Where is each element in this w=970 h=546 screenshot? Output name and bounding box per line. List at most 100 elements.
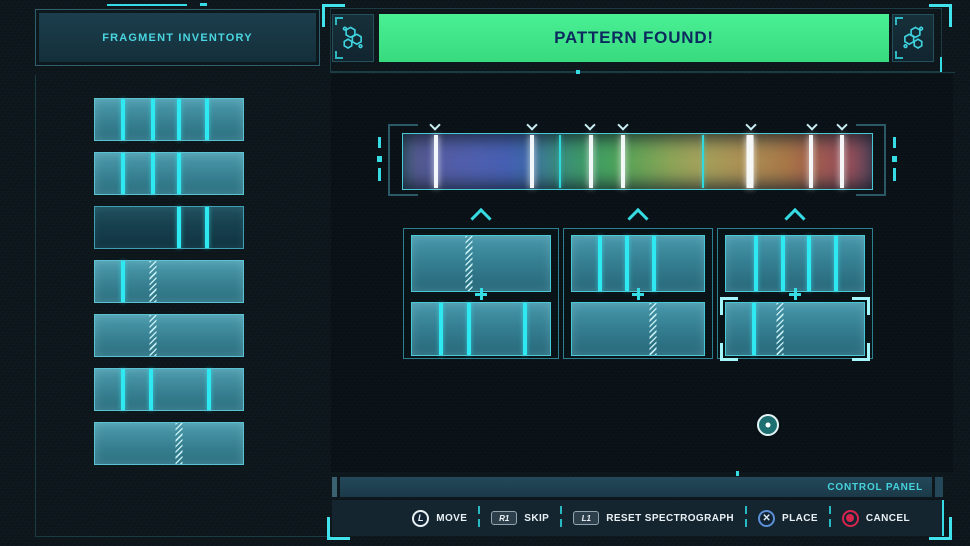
separator-dot <box>576 70 580 74</box>
l1-button-icon: L1 <box>573 511 600 525</box>
spectro-marker <box>809 135 814 188</box>
puzzle-piece-bottom[interactable] <box>571 302 705 356</box>
spectro-dash-left <box>377 156 382 162</box>
fragment-solid-line <box>177 153 182 194</box>
spectro-marker <box>839 135 844 188</box>
fragment-solid-line <box>149 369 154 410</box>
puzzle-piece-bottom[interactable] <box>720 297 870 361</box>
selection-brackets <box>720 297 870 361</box>
button-row: L MOVE R1 SKIP L1 RESET SPECTROGRAPH ✕ PLACE CAN… <box>332 500 944 536</box>
fragment-solid-line <box>438 303 443 355</box>
fragment-solid-line <box>651 236 656 291</box>
button-separator <box>478 506 481 530</box>
control-button-label: PLACE <box>782 512 818 524</box>
fragment-item[interactable] <box>94 422 244 465</box>
fragment-solid-line <box>121 369 126 410</box>
puzzle-piece-top[interactable] <box>411 235 551 292</box>
chevron-down-icon <box>617 119 630 131</box>
spectro-frame <box>388 194 418 196</box>
sidebar-left-border <box>35 75 36 536</box>
selection-corner-bracket <box>720 297 738 315</box>
spectro-frame <box>856 194 886 196</box>
fragment-solid-line <box>751 303 756 355</box>
pattern-found-banner: PATTERN FOUND! <box>379 14 889 62</box>
fragment-solid-line <box>205 207 210 248</box>
plus-icon <box>789 288 801 300</box>
control-button-reset-spectrograph[interactable]: L1 RESET SPECTROGRAPH <box>573 511 734 525</box>
chevron-down-icon <box>806 119 818 131</box>
fragment-inventory-header: FRAGMENT INVENTORY <box>35 9 320 66</box>
fragment-inventory-header-inner: FRAGMENT INVENTORY <box>39 13 316 62</box>
fragment-item[interactable] <box>94 368 244 411</box>
spectro-dash-right <box>893 137 896 148</box>
spectro-frame-left <box>388 124 390 196</box>
fragment-solid-line <box>597 236 602 291</box>
control-panel-label: CONTROL PANEL <box>827 481 923 493</box>
plus-icon <box>632 288 644 300</box>
fragment-solid-line <box>806 236 811 291</box>
l-stick-icon: L <box>412 509 430 527</box>
selection-corner-bracket <box>720 343 738 361</box>
puzzle-piece-top[interactable] <box>571 235 705 292</box>
chevron-down-icon <box>584 119 597 131</box>
decor-accent-tick <box>200 3 207 6</box>
fragment-item[interactable] <box>94 260 244 303</box>
control-button-label: SKIP <box>524 512 550 524</box>
puzzle-piece-top[interactable] <box>725 235 865 292</box>
fragment-solid-line <box>121 99 126 140</box>
spectro-dash-left <box>378 137 381 148</box>
control-button-label: RESET SPECTROGRAPH <box>606 512 735 524</box>
control-button-cancel[interactable]: CANCEL <box>841 509 910 527</box>
spectrograph-bar[interactable] <box>402 133 873 190</box>
banner-separator-line <box>330 72 955 73</box>
puzzle-column <box>403 228 559 359</box>
fragment-hatched-line <box>149 261 157 302</box>
spectro-marker <box>588 135 593 188</box>
control-button-move[interactable]: L MOVE <box>412 509 467 527</box>
plus-icon <box>475 288 487 300</box>
control-button-skip[interactable]: R1 SKIP <box>491 511 549 525</box>
fragment-item[interactable] <box>94 206 244 249</box>
fragment-solid-line <box>121 153 126 194</box>
chevron-down-icon <box>429 119 441 131</box>
decor-accent-line <box>107 4 187 6</box>
fragment-solid-line <box>625 236 630 291</box>
fragment-solid-line <box>177 99 182 140</box>
molecule-icon <box>332 14 374 62</box>
button-separator <box>560 506 563 530</box>
fragment-list <box>94 98 244 465</box>
fragment-hatched-line <box>175 423 183 464</box>
chevron-down-icon <box>525 119 538 131</box>
cursor-reticle[interactable] <box>757 414 779 436</box>
control-button-label: CANCEL <box>865 512 910 524</box>
selection-corner-bracket <box>852 297 870 315</box>
spectro-frame-right <box>884 124 886 196</box>
fragment-hatched-line <box>649 303 657 355</box>
fragment-item[interactable] <box>94 314 244 357</box>
fragment-item[interactable] <box>94 152 244 195</box>
spectro-marker <box>621 135 626 188</box>
spectrograph <box>377 119 897 199</box>
spectro-marker <box>746 135 754 188</box>
fragment-solid-line <box>150 153 155 194</box>
fragment-hatched-line <box>149 315 157 356</box>
r1-button-icon: R1 <box>491 511 518 525</box>
button-separator <box>745 506 748 530</box>
spectro-marker-chevrons <box>402 119 873 131</box>
puzzle-column <box>563 228 713 359</box>
button-row-edge <box>942 500 944 536</box>
fragment-solid-line <box>121 261 126 302</box>
spectro-dash-right <box>893 168 896 181</box>
puzzle-piece-bottom[interactable] <box>411 302 551 356</box>
fragment-solid-line <box>205 99 210 140</box>
control-button-place[interactable]: ✕ PLACE <box>758 509 818 527</box>
button-separator <box>828 506 831 530</box>
molecule-icon <box>892 14 934 62</box>
puzzle-column <box>717 228 873 361</box>
circle-button-icon <box>841 509 859 527</box>
spectro-divider <box>702 135 705 188</box>
spectro-divider <box>559 135 562 188</box>
fragment-item[interactable] <box>94 98 244 141</box>
control-panel-right-cap <box>935 477 943 497</box>
chevron-down-icon <box>744 119 757 131</box>
